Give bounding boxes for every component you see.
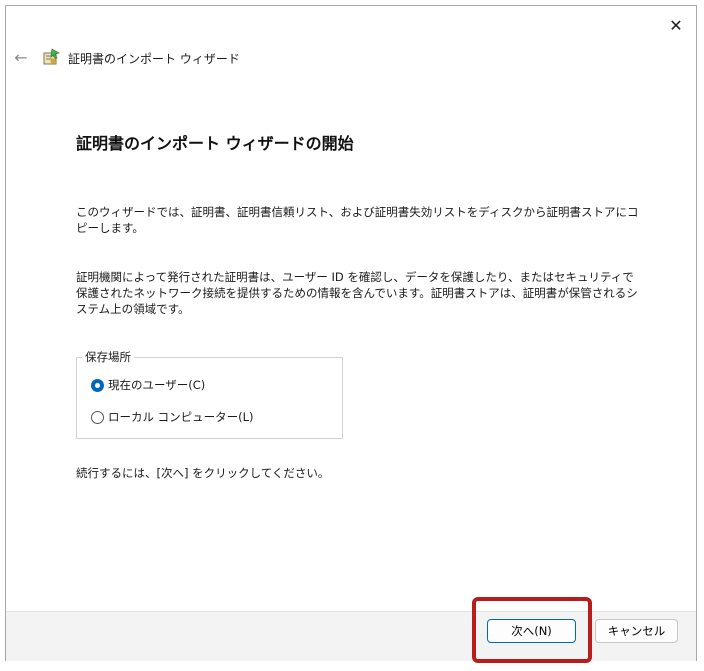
store-location-label: 保存場所: [82, 349, 134, 365]
store-location-group: [76, 357, 343, 439]
radio-unselected-icon[interactable]: [91, 410, 104, 424]
cancel-button[interactable]: キャンセル: [595, 619, 678, 643]
current-user-label: 現在のユーザー(C): [108, 378, 206, 392]
description-paragraph: 証明機関によって発行された証明書は、ユーザー ID を確認し、データを保護したり…: [76, 270, 638, 316]
back-arrow-icon[interactable]: ←: [10, 46, 32, 68]
local-computer-option[interactable]: ローカル コンピューター(L): [91, 409, 254, 425]
window-title: 証明書のインポート ウィザード: [68, 52, 240, 66]
continue-instruction: 続行するには、[次へ] をクリックしてください。: [76, 466, 330, 480]
wizard-window: ✕ ← 証明書のインポート ウィザード 証明書のインポート ウィザードの開始 こ…: [5, 5, 697, 661]
current-user-option[interactable]: 現在のユーザー(C): [91, 377, 205, 393]
page-heading: 証明書のインポート ウィザードの開始: [76, 134, 354, 153]
next-button[interactable]: 次へ(N): [487, 619, 576, 643]
certificate-wizard-icon: [43, 48, 60, 65]
radio-selected-icon[interactable]: [91, 378, 104, 392]
close-icon[interactable]: ✕: [664, 14, 688, 36]
local-computer-label: ローカル コンピューター(L): [108, 410, 254, 424]
intro-paragraph: このウィザードでは、証明書、証明書信頼リスト、および証明書失効リストをディスクか…: [76, 205, 639, 235]
button-bar: [6, 611, 696, 661]
